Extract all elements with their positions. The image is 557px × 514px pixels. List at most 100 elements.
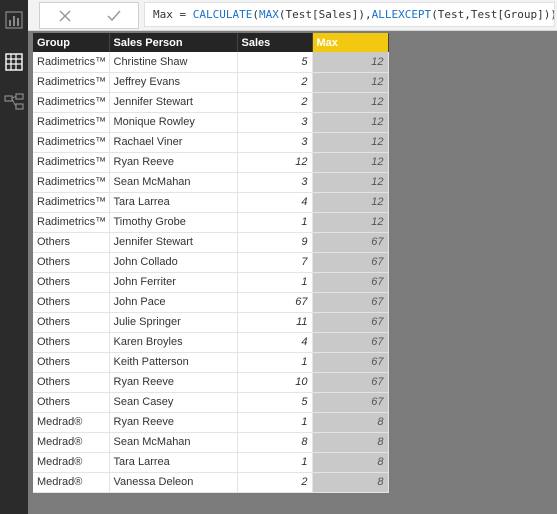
cell-sales[interactable]: 12 (237, 152, 313, 173)
table-row[interactable]: Radimetrics™ Ryan Reeve 12 12 (33, 152, 389, 173)
cell-sales[interactable]: 8 (237, 432, 313, 453)
cell-max[interactable]: 67 (312, 392, 389, 413)
cell-sales-person[interactable]: Ryan Reeve (109, 412, 238, 433)
cell-sales[interactable]: 10 (237, 372, 313, 393)
table-row[interactable]: Others Ryan Reeve 10 67 (33, 372, 389, 393)
cell-max[interactable]: 12 (312, 172, 389, 193)
cell-sales-person[interactable]: John Pace (109, 292, 238, 313)
cell-group[interactable]: Radimetrics™ (33, 192, 110, 213)
cell-sales-person[interactable]: Jennifer Stewart (109, 232, 238, 253)
cell-sales[interactable]: 1 (237, 412, 313, 433)
cell-sales[interactable]: 4 (237, 192, 313, 213)
cell-max[interactable]: 67 (312, 272, 389, 293)
cell-sales[interactable]: 1 (237, 352, 313, 373)
cell-max[interactable]: 12 (312, 192, 389, 213)
cell-sales-person[interactable]: John Collado (109, 252, 238, 273)
cell-group[interactable]: Others (33, 252, 110, 273)
cell-sales-person[interactable]: Sean McMahan (109, 432, 238, 453)
table-row[interactable]: Radimetrics™ Jennifer Stewart 2 12 (33, 92, 389, 113)
table-row[interactable]: Others Karen Broyles 4 67 (33, 332, 389, 353)
table-row[interactable]: Medrad® Sean McMahan 8 8 (33, 432, 389, 453)
table-row[interactable]: Radimetrics™ Monique Rowley 3 12 (33, 112, 389, 133)
cell-group[interactable]: Medrad® (33, 432, 110, 453)
cell-group[interactable]: Others (33, 292, 110, 313)
table-row[interactable]: Others Sean Casey 5 67 (33, 392, 389, 413)
cell-max[interactable]: 8 (312, 452, 389, 473)
cell-max[interactable]: 67 (312, 292, 389, 313)
cell-group[interactable]: Medrad® (33, 412, 110, 433)
table-row[interactable]: Radimetrics™ Tara Larrea 4 12 (33, 192, 389, 213)
cell-sales-person[interactable]: Julie Springer (109, 312, 238, 333)
cell-max[interactable]: 12 (312, 72, 389, 93)
table-row[interactable]: Others John Pace 67 67 (33, 292, 389, 313)
column-header-sales-person[interactable]: Sales Person (109, 33, 238, 52)
cell-sales-person[interactable]: Vanessa Deleon (109, 472, 238, 493)
table-row[interactable]: Others John Ferriter 1 67 (33, 272, 389, 293)
cell-sales-person[interactable]: Keith Patterson (109, 352, 238, 373)
cell-max[interactable]: 67 (312, 252, 389, 273)
cell-sales-person[interactable]: Sean Casey (109, 392, 238, 413)
cell-max[interactable]: 12 (312, 112, 389, 133)
cell-sales[interactable]: 5 (237, 52, 313, 73)
cell-sales[interactable]: 2 (237, 472, 313, 493)
cell-sales[interactable]: 3 (237, 132, 313, 153)
table-grid-icon[interactable] (0, 48, 28, 76)
cell-sales[interactable]: 3 (237, 112, 313, 133)
cell-group[interactable]: Others (33, 352, 110, 373)
column-header-max[interactable]: Max (312, 33, 389, 52)
cell-group[interactable]: Others (33, 312, 110, 333)
cell-sales[interactable]: 1 (237, 212, 313, 233)
cell-group[interactable]: Others (33, 392, 110, 413)
cell-sales-person[interactable]: Rachael Viner (109, 132, 238, 153)
cell-sales-person[interactable]: John Ferriter (109, 272, 238, 293)
table-row[interactable]: Others John Collado 7 67 (33, 252, 389, 273)
cell-group[interactable]: Radimetrics™ (33, 52, 110, 73)
table-row[interactable]: Medrad® Vanessa Deleon 2 8 (33, 472, 389, 493)
cell-max[interactable]: 67 (312, 372, 389, 393)
cell-group[interactable]: Radimetrics™ (33, 152, 110, 173)
cell-sales[interactable]: 3 (237, 172, 313, 193)
cell-group[interactable]: Others (33, 232, 110, 253)
cell-sales-person[interactable]: Jennifer Stewart (109, 92, 238, 113)
cell-sales-person[interactable]: Christine Shaw (109, 52, 238, 73)
cell-group[interactable]: Radimetrics™ (33, 112, 110, 133)
cell-group[interactable]: Others (33, 332, 110, 353)
cell-group[interactable]: Radimetrics™ (33, 92, 110, 113)
cell-max[interactable]: 67 (312, 312, 389, 333)
table-row[interactable]: Radimetrics™ Jeffrey Evans 2 12 (33, 72, 389, 93)
cell-group[interactable]: Radimetrics™ (33, 172, 110, 193)
cell-sales[interactable]: 2 (237, 92, 313, 113)
check-icon[interactable] (99, 5, 129, 27)
table-row[interactable]: Others Keith Patterson 1 67 (33, 352, 389, 373)
cell-sales-person[interactable]: Jeffrey Evans (109, 72, 238, 93)
cell-sales[interactable]: 1 (237, 272, 313, 293)
close-icon[interactable] (50, 5, 80, 27)
cell-sales-person[interactable]: Sean McMahan (109, 172, 238, 193)
column-header-group[interactable]: Group (33, 33, 110, 52)
cell-sales[interactable]: 5 (237, 392, 313, 413)
cell-group[interactable]: Radimetrics™ (33, 212, 110, 233)
table-row[interactable]: Radimetrics™ Timothy Grobe 1 12 (33, 212, 389, 233)
cell-max[interactable]: 12 (312, 52, 389, 73)
cell-group[interactable]: Radimetrics™ (33, 132, 110, 153)
cell-sales-person[interactable]: Ryan Reeve (109, 372, 238, 393)
cell-group[interactable]: Medrad® (33, 472, 110, 493)
relationships-icon[interactable] (0, 88, 28, 116)
table-row[interactable]: Radimetrics™ Christine Shaw 5 12 (33, 52, 389, 73)
cell-sales[interactable]: 9 (237, 232, 313, 253)
cell-max[interactable]: 8 (312, 472, 389, 493)
cell-max[interactable]: 8 (312, 412, 389, 433)
cell-sales-person[interactable]: Tara Larrea (109, 192, 238, 213)
cell-max[interactable]: 12 (312, 132, 389, 153)
table-row[interactable]: Radimetrics™ Rachael Viner 3 12 (33, 132, 389, 153)
bar-chart-icon[interactable] (0, 6, 28, 34)
cell-group[interactable]: Radimetrics™ (33, 72, 110, 93)
cell-group[interactable]: Others (33, 272, 110, 293)
column-header-sales[interactable]: Sales (237, 33, 313, 52)
cell-sales[interactable]: 2 (237, 72, 313, 93)
table-row[interactable]: Medrad® Ryan Reeve 1 8 (33, 412, 389, 433)
table-row[interactable]: Medrad® Tara Larrea 1 8 (33, 452, 389, 473)
cell-sales[interactable]: 1 (237, 452, 313, 473)
cell-max[interactable]: 12 (312, 92, 389, 113)
cell-max[interactable]: 8 (312, 432, 389, 453)
